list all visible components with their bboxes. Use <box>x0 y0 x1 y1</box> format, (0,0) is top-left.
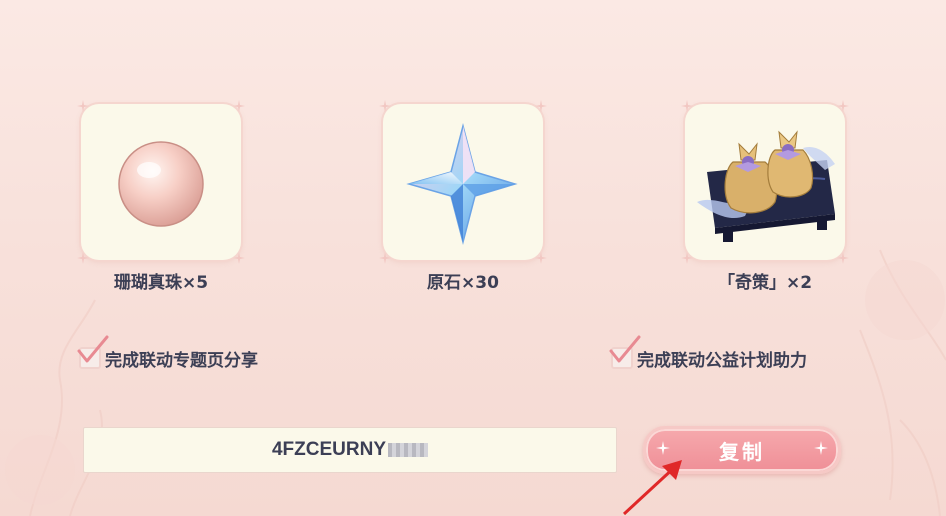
sparkle-icon <box>814 441 828 455</box>
task-checkbox[interactable] <box>77 335 109 369</box>
copy-button-label: 复制 <box>719 439 765 464</box>
reward-card-gift-bags <box>681 100 849 264</box>
checkmark-icon <box>77 335 109 363</box>
task-label: 完成联动公益计划助力 <box>637 350 807 371</box>
task-label: 完成联动专题页分享 <box>105 350 258 371</box>
task-share-topic-page: 完成联动专题页分享 <box>77 335 258 372</box>
pointer-arrow-icon <box>622 460 682 516</box>
checkmark-icon <box>609 335 641 363</box>
reward-label-coral-pearl: 珊瑚真珠×5 <box>113 273 209 293</box>
redeem-code-field[interactable]: 4FZCEURNY <box>83 427 617 473</box>
task-charity-assist: 完成联动公益计划助力 <box>609 335 807 372</box>
reward-card-coral-pearl <box>77 100 245 264</box>
reward-label-primogem: 原石×30 <box>427 273 499 293</box>
task-checkbox[interactable] <box>609 335 641 369</box>
primogem-icon <box>406 123 518 245</box>
redacted-code-portion <box>388 443 428 457</box>
coral-pearl-icon <box>118 141 204 227</box>
reward-label-gift-bags: 「奇策」×2 <box>717 273 813 293</box>
redeem-code-value: 4FZCEURNY <box>271 439 386 460</box>
sparkle-icon <box>656 441 670 455</box>
gift-bags-icon <box>697 130 835 242</box>
reward-card-primogem <box>379 100 547 264</box>
